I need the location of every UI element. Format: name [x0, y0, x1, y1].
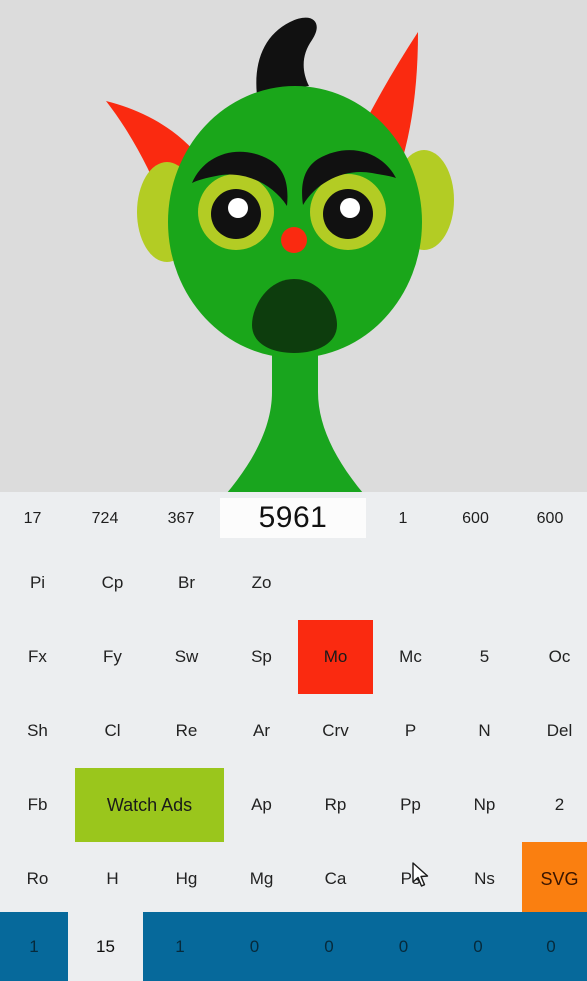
key-label: Mc [399, 647, 422, 666]
key-label: Cp [101, 573, 124, 592]
key-sh[interactable]: Sh [0, 694, 75, 768]
key-label: Sw [174, 647, 199, 666]
key-ca[interactable]: Ca [298, 842, 373, 916]
eye-right-highlight-icon [340, 198, 360, 218]
key-label: Ps [400, 869, 421, 888]
monster-stage [0, 0, 587, 512]
key-2[interactable]: 2 [522, 768, 587, 842]
key-label: Pp [400, 795, 421, 814]
key-sw[interactable]: Sw [149, 620, 224, 694]
key-label: H [106, 869, 119, 888]
bottom-counter[interactable]: 0 [441, 912, 515, 981]
key-crv[interactable]: Crv [298, 694, 373, 768]
key-pi[interactable]: Pi [0, 546, 75, 620]
key-sp[interactable]: Sp [224, 620, 299, 694]
bottom-counter[interactable]: 1 [0, 912, 68, 981]
key-ns[interactable]: Ns [447, 842, 522, 916]
key-label: Fx [28, 647, 47, 666]
app-root: 17 724 367 1 600 600 5961 Pi Cp Br Zo Fx Fy Sw Sp Mo M… [0, 0, 587, 981]
key-label: Cl [104, 721, 121, 740]
key-br[interactable]: Br [149, 546, 224, 620]
key-watch-ads[interactable]: Watch Ads [75, 768, 224, 842]
key-label: P [404, 721, 417, 740]
resource-counter: 600 [536, 510, 564, 527]
bottom-counter[interactable]: 0 [217, 912, 292, 981]
key-label: Br [178, 573, 195, 592]
key-label: Ca [324, 869, 347, 888]
green-monster-avatar [106, 17, 454, 512]
key-label: Sh [27, 721, 48, 740]
score-display: 5961 [220, 498, 366, 538]
resource-counter: 17 [23, 510, 42, 527]
key-pp[interactable]: Pp [373, 768, 448, 842]
key-label: Rp [324, 795, 347, 814]
key-label: Mo [323, 647, 348, 666]
bottom-counter[interactable]: 1 [143, 912, 217, 981]
bottom-counter[interactable]: 15 [68, 912, 143, 981]
key-cl[interactable]: Cl [75, 694, 150, 768]
key-label: Re [175, 721, 198, 740]
key-n[interactable]: N [447, 694, 522, 768]
key-p[interactable]: P [373, 694, 448, 768]
key-label: Pi [29, 573, 46, 592]
key-label: Fb [27, 795, 48, 814]
bottom-counter[interactable]: 0 [515, 912, 587, 981]
score-value: 5961 [258, 501, 328, 534]
key-label: Ap [251, 795, 272, 814]
key-ro[interactable]: Ro [0, 842, 75, 916]
key-label: 5 [479, 647, 490, 666]
nose-icon [281, 227, 307, 253]
keypad-panel: 17 724 367 1 600 600 5961 Pi Cp Br Zo Fx Fy Sw Sp Mo M… [0, 492, 587, 916]
key-label: Crv [322, 721, 349, 740]
key-hg[interactable]: Hg [149, 842, 224, 916]
key-ar[interactable]: Ar [224, 694, 299, 768]
key-fb[interactable]: Fb [0, 768, 75, 842]
key-ap[interactable]: Ap [224, 768, 299, 842]
key-label: SVG [540, 868, 579, 889]
bottom-counter[interactable]: 0 [366, 912, 441, 981]
key-np[interactable]: Np [447, 768, 522, 842]
resource-counter: 724 [91, 510, 119, 527]
key-oc[interactable]: Oc [522, 620, 587, 694]
key-re[interactable]: Re [149, 694, 224, 768]
key-label: Zo [251, 573, 272, 592]
key-del[interactable]: Del [522, 694, 587, 768]
bottom-counter[interactable]: 0 [292, 912, 366, 981]
key-svg[interactable]: SVG [522, 842, 587, 916]
key-label: Hg [175, 869, 198, 888]
key-rp[interactable]: Rp [298, 768, 373, 842]
bottom-status-bar: 1 15 1 0 0 0 0 0 [0, 912, 587, 981]
resource-counter: 367 [167, 510, 195, 527]
key-label: Np [473, 795, 496, 814]
key-mc[interactable]: Mc [373, 620, 448, 694]
resource-counter: 600 [462, 510, 489, 527]
key-5[interactable]: 5 [447, 620, 522, 694]
key-label: Mg [249, 869, 274, 888]
key-fy[interactable]: Fy [75, 620, 150, 694]
key-label: Del [546, 721, 573, 740]
key-label: N [478, 721, 491, 740]
key-h[interactable]: H [75, 842, 150, 916]
key-zo[interactable]: Zo [224, 546, 299, 620]
key-grid: Pi Cp Br Zo Fx Fy Sw Sp Mo Mc 5 Oc Sh Cl Re Ar Crv P N Del F… [0, 546, 587, 916]
key-label: 2 [554, 795, 565, 814]
key-label: Ns [474, 869, 495, 888]
key-label: Fy [103, 647, 122, 666]
key-mg[interactable]: Mg [224, 842, 299, 916]
key-mo[interactable]: Mo [298, 620, 373, 694]
key-ps[interactable]: Ps [373, 842, 448, 916]
resource-counter: 1 [398, 510, 408, 527]
key-label: Ar [253, 721, 270, 740]
key-fx[interactable]: Fx [0, 620, 75, 694]
eye-left-highlight-icon [228, 198, 248, 218]
key-cp[interactable]: Cp [75, 546, 150, 620]
key-label: Watch Ads [106, 794, 193, 815]
key-label: Oc [548, 647, 571, 666]
key-label: Sp [251, 647, 272, 666]
key-label: Ro [26, 869, 49, 888]
